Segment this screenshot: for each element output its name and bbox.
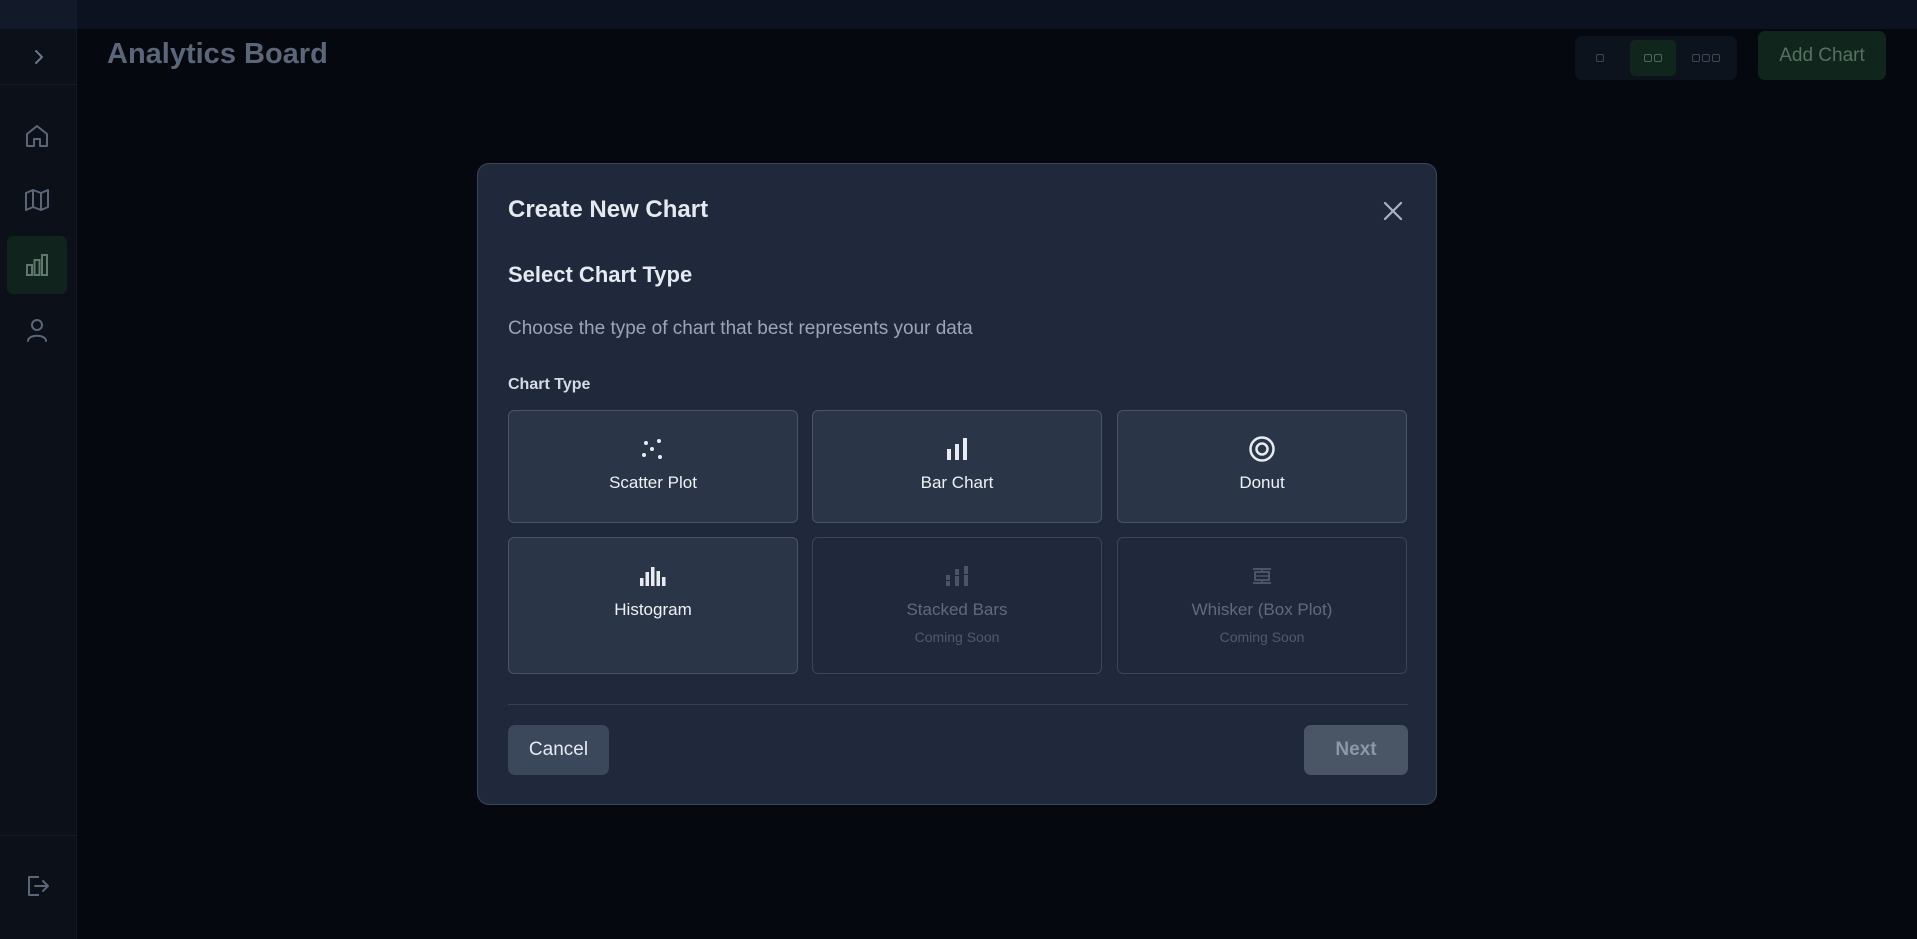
map-icon [25,189,49,211]
step-description: Choose the type of chart that best repre… [508,318,973,339]
sidebar-divider [0,835,77,836]
stacked-bars-icon [946,566,968,586]
layout-three-column-button[interactable] [1682,40,1729,76]
sidebar-item-map[interactable] [7,171,67,229]
coming-soon-badge: Coming Soon [914,629,1000,645]
scatter-plot-icon [642,439,662,459]
chart-type-scatter-plot[interactable]: Scatter Plot [508,410,798,523]
histogram-icon [640,567,666,586]
layout-square-icon [1701,54,1710,62]
modal-title: Create New Chart [508,196,709,223]
chart-type-label: Bar Chart [920,473,994,492]
coming-soon-badge: Coming Soon [1219,629,1305,645]
next-button[interactable]: Next [1304,725,1408,775]
box-plot-icon [1253,568,1271,584]
chart-type-donut[interactable]: Donut [1117,410,1407,523]
sidebar [0,29,77,939]
bar-chart-icon [947,438,967,460]
sidebar-item-user[interactable] [7,301,67,359]
chart-type-label: Donut [1239,473,1285,492]
logout-icon [28,876,49,896]
layout-single-column-button[interactable] [1577,40,1624,76]
chevron-right-icon [34,49,43,64]
donut-icon [1249,436,1275,462]
logout-button[interactable] [7,861,67,911]
layout-square-icon [1644,54,1652,62]
create-chart-modal: Create New Chart Select Chart Type Choos… [477,163,1437,805]
chart-type-box-plot: Whisker (Box Plot) Coming Soon [1117,537,1407,674]
sidebar-item-home[interactable] [7,107,67,165]
layout-square-icon [1596,54,1605,62]
chart-type-stacked-bars: Stacked Bars Coming Soon [812,537,1102,674]
layout-two-column-button[interactable] [1629,40,1677,76]
user-icon [27,319,47,342]
layout-square-icon [1691,54,1700,62]
chart-type-label: Whisker (Box Plot) [1191,600,1333,619]
chart-type-histogram[interactable]: Histogram [508,537,798,674]
layout-square-icon [1711,54,1720,62]
bar-chart-icon [26,254,48,276]
modal-divider [508,704,1408,705]
step-title: Select Chart Type [508,262,693,287]
layout-toggle [1575,36,1737,80]
top-bar-corner [0,0,77,29]
close-icon [1383,201,1403,221]
chart-type-bar-chart[interactable]: Bar Chart [812,410,1102,523]
chart-type-label: Stacked Bars [906,600,1008,619]
page-title: Analytics Board [107,38,328,70]
sidebar-item-charts[interactable] [7,236,67,294]
sidebar-expand-button[interactable] [0,29,77,85]
close-button[interactable] [1378,196,1408,226]
chart-type-label: Scatter Plot [609,473,697,492]
cancel-button[interactable]: Cancel [508,725,609,775]
home-icon [26,125,48,147]
chart-type-label: Histogram [614,600,692,619]
top-bar [0,0,1917,29]
layout-square-icon [1654,54,1662,62]
chart-type-label: Chart Type [508,376,591,393]
add-chart-button[interactable]: Add Chart [1758,31,1886,80]
